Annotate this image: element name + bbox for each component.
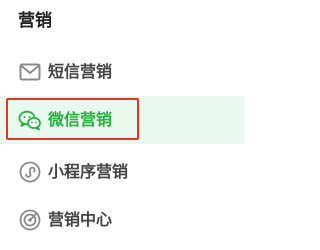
marketing-menu: 营销 短信营销 微信营销 小程序营销 营销中心: [0, 0, 244, 250]
menu-item-label: 微信营销: [48, 110, 113, 129]
menu-item-label: 短信营销: [48, 62, 113, 81]
menu-item-mini-program-marketing[interactable]: 小程序营销: [0, 148, 244, 196]
wechat-icon: [18, 108, 42, 132]
menu-item-sms-marketing[interactable]: 短信营销: [0, 48, 244, 96]
menu-item-wechat-marketing[interactable]: 微信营销: [0, 96, 244, 144]
section-title: 营销: [18, 11, 52, 31]
mini-program-icon: [18, 160, 42, 184]
menu-item-label: 小程序营销: [48, 162, 129, 181]
envelope-icon: [18, 60, 42, 84]
menu-item-marketing-center[interactable]: 营销中心: [0, 196, 244, 244]
target-icon: [18, 208, 42, 232]
menu-item-label: 营销中心: [48, 210, 113, 229]
